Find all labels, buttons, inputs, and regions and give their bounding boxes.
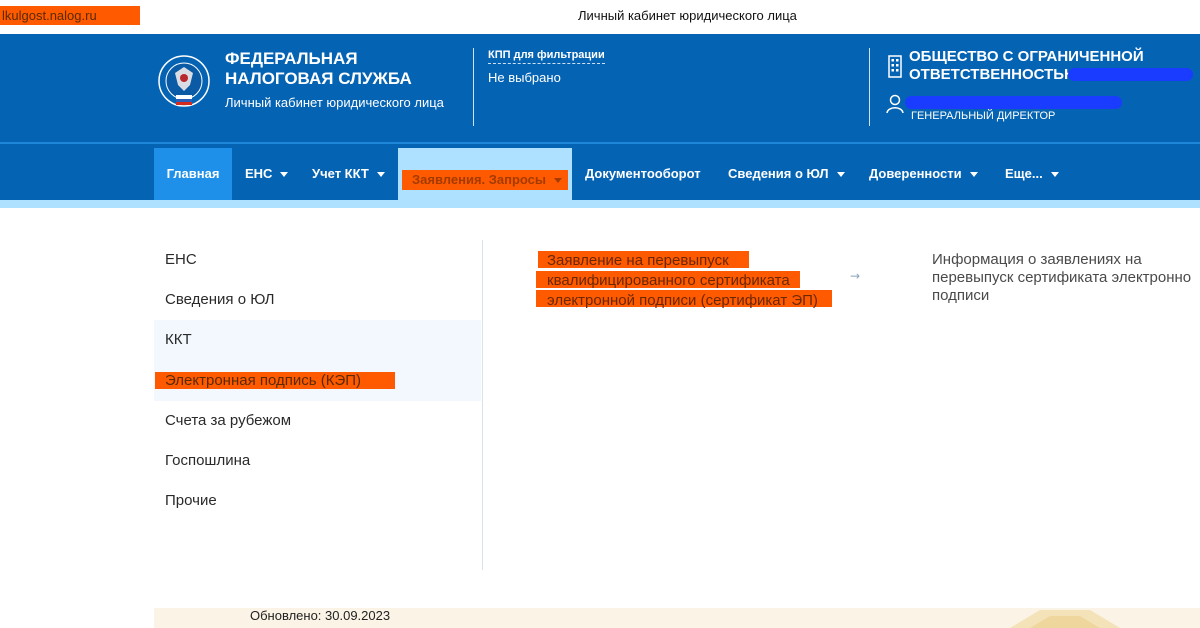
user-role[interactable]: ГЕНЕРАЛЬНЫЙ ДИРЕКТОР: [911, 110, 1055, 122]
info-line: перевыпуск сертификата электронно: [932, 269, 1192, 286]
chevron-down-icon: [836, 172, 845, 178]
nav-item-label: Сведения о ЮЛ: [728, 166, 829, 181]
dropdown-divider: [482, 240, 483, 570]
applications-dropdown: ЕНС Сведения о ЮЛ ККТ Электронная подпис…: [0, 208, 1200, 608]
chevron-down-icon: [554, 178, 563, 184]
nav-item-home[interactable]: Главная: [154, 148, 232, 200]
nav-item-company-info[interactable]: Сведения о ЮЛ: [728, 148, 845, 200]
updated-date: Обновлено: 30.09.2023: [250, 608, 391, 623]
info-line: подписи: [932, 287, 990, 304]
nav-item-docflow[interactable]: Документооборот: [585, 148, 701, 200]
nav-item-label: Документооборот: [585, 166, 701, 181]
category-kkt[interactable]: ККТ: [154, 320, 481, 360]
browser-bar: lkulgost.nalog.ru Личный кабинет юридиче…: [0, 0, 1200, 34]
user-icon: [886, 94, 904, 114]
category-other[interactable]: Прочие: [154, 481, 481, 521]
brand-subtitle: Личный кабинет юридического лица: [225, 95, 444, 110]
decoration-icon: [1010, 610, 1120, 628]
category-foreign-accounts[interactable]: Счета за рубежом: [154, 401, 481, 441]
chevron-down-icon: [1050, 172, 1059, 178]
nav-item-label: Учет ККТ: [312, 166, 369, 181]
nav-item-label: ЕНС: [245, 166, 273, 181]
chevron-down-icon: [969, 172, 978, 178]
window-title: Личный кабинет юридического лица: [578, 8, 797, 23]
building-icon: [888, 55, 902, 78]
reissue-certificate-link[interactable]: Заявление на перевыпуск квалифицированно…: [547, 251, 847, 311]
category-company-info[interactable]: Сведения о ЮЛ: [154, 280, 481, 320]
kpp-filter-value[interactable]: Не выбрано: [488, 70, 561, 85]
site-header: ФЕДЕРАЛЬНАЯ НАЛОГОВАЯ СЛУЖБА Личный каби…: [0, 34, 1200, 142]
link-line: Заявление на перевыпуск: [547, 252, 729, 269]
category-electronic-signature[interactable]: Электронная подпись (КЭП): [165, 372, 361, 389]
arrow-right-icon: →: [850, 269, 861, 283]
kpp-filter-label[interactable]: КПП для фильтрации: [488, 49, 605, 64]
nav-item-applications[interactable]: Заявления. Запросы: [398, 148, 572, 204]
category-ens[interactable]: ЕНС: [154, 240, 481, 280]
url-address[interactable]: lkulgost.nalog.ru: [0, 6, 140, 25]
info-line: Информация о заявлениях на: [932, 251, 1142, 268]
reissue-info-link[interactable]: Информация о заявлениях на перевыпуск се…: [932, 251, 1200, 305]
page: lkulgost.nalog.ru Личный кабинет юридиче…: [0, 0, 1200, 628]
fns-emblem-icon[interactable]: [157, 51, 212, 113]
nav-item-label: Заявления. Запросы: [412, 172, 547, 187]
nav-item-label: Еще...: [1005, 166, 1043, 181]
redaction-mark: [1068, 68, 1193, 81]
nav-item-kkt[interactable]: Учет ККТ: [312, 148, 385, 200]
redaction-mark: [905, 96, 1122, 109]
chevron-down-icon: [376, 172, 385, 178]
link-line: квалифицированного сертификата: [547, 272, 790, 289]
brand-title[interactable]: ФЕДЕРАЛЬНАЯ НАЛОГОВАЯ СЛУЖБА: [225, 49, 455, 89]
nav-item-label: Доверенности: [869, 166, 962, 181]
header-divider: [473, 48, 474, 126]
nav-item-ens[interactable]: ЕНС: [245, 148, 289, 200]
chevron-down-icon: [280, 172, 289, 178]
category-state-duty[interactable]: Госпошлина: [154, 441, 481, 481]
nav-item-powers-of-attorney[interactable]: Доверенности: [869, 148, 978, 200]
header-divider: [869, 48, 870, 126]
nav-underbar: [0, 200, 1200, 208]
main-nav: Главная ЕНС Учет ККТ Заявления. Запросы …: [0, 142, 1200, 204]
nav-item-label: Главная: [166, 166, 220, 181]
link-line: электронной подписи (сертификат ЭП): [547, 292, 818, 309]
nav-item-more[interactable]: Еще...: [1005, 148, 1059, 200]
